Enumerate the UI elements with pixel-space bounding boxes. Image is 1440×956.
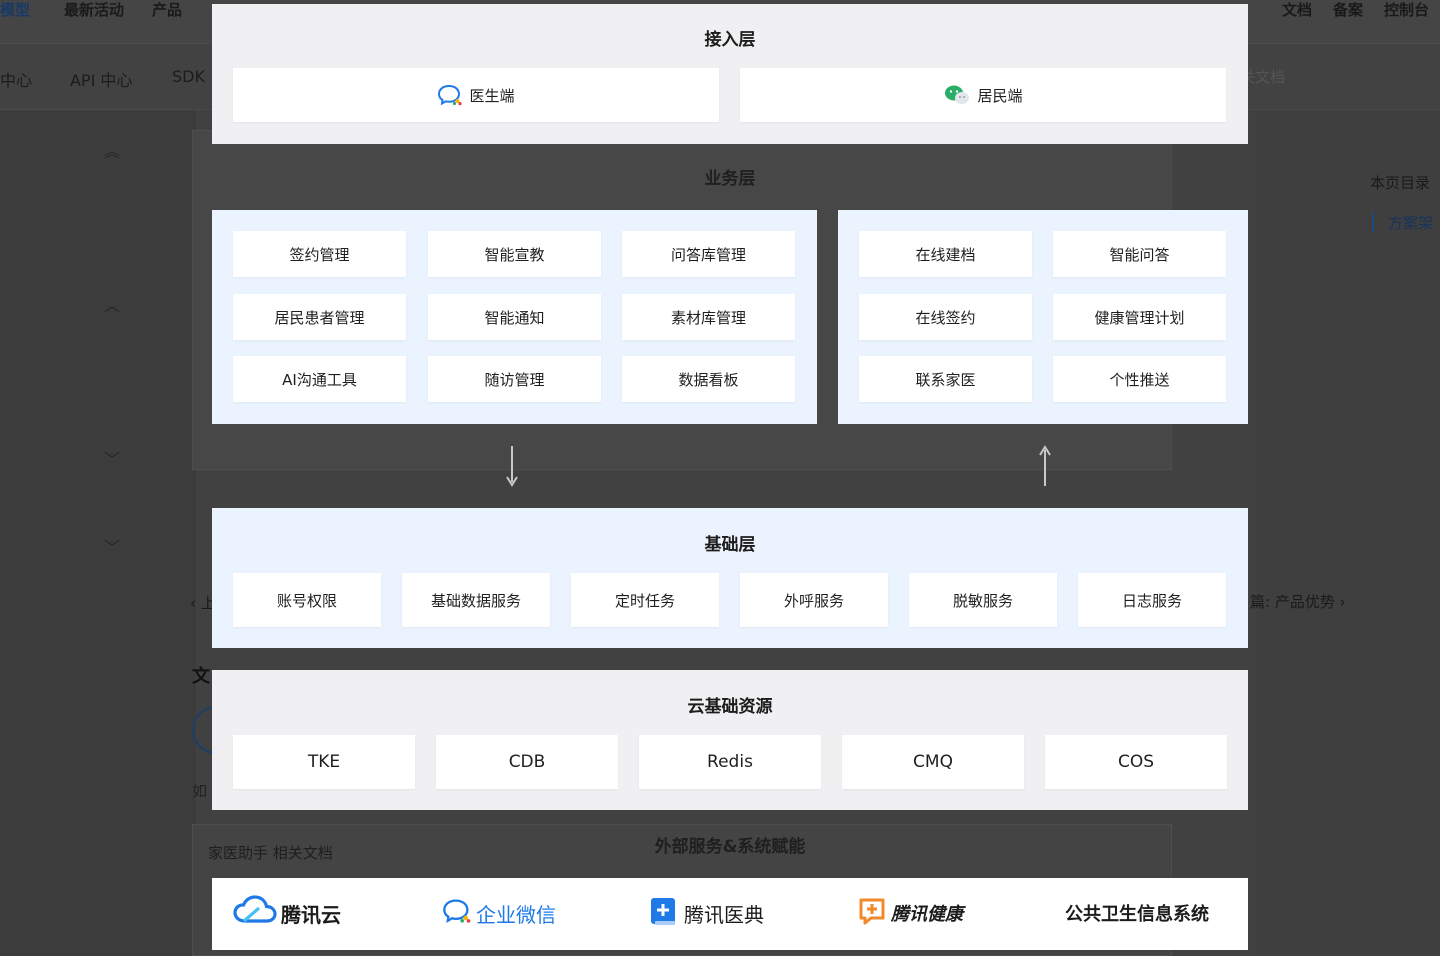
- nav-item-docs[interactable]: 文档: [1282, 0, 1312, 20]
- business-item: 在线签约: [859, 294, 1032, 340]
- base-layer: 基础层 账号权限 基础数据服务 定时任务 外呼服务 脱敏服务 日志服务: [212, 508, 1248, 648]
- arrow-down-icon: [506, 446, 518, 487]
- business-item: 随访管理: [428, 356, 601, 402]
- cloud-item: Redis: [639, 735, 821, 789]
- nav-item-activities[interactable]: 最新活动: [64, 0, 124, 20]
- collapse-up-icon[interactable]: ︽: [104, 138, 120, 162]
- wecom-logo: 企业微信: [442, 890, 556, 936]
- base-item: 账号权限: [233, 573, 381, 627]
- tencent-medipedia-label: 腾讯医典: [684, 902, 764, 927]
- business-item: AI沟通工具: [233, 356, 406, 402]
- business-item: 签约管理: [233, 231, 406, 277]
- tencent-cloud-label: 腾讯云: [281, 902, 341, 927]
- tencent-cloud-icon: [233, 895, 277, 931]
- business-item: 联系家医: [859, 356, 1032, 402]
- chevron-down-icon[interactable]: ﹀: [104, 446, 120, 470]
- doctor-client-box: 医生端: [233, 68, 719, 122]
- cloud-item: CMQ: [842, 735, 1024, 789]
- business-item: 健康管理计划: [1053, 294, 1226, 340]
- base-item: 脱敏服务: [909, 573, 1057, 627]
- cloud-layer-title: 云基础资源: [687, 697, 773, 717]
- next-page-link[interactable]: 篇: 产品优势 ›: [1250, 591, 1346, 612]
- business-item: 居民患者管理: [233, 294, 406, 340]
- external-services-title: 外部服务&系统赋能: [654, 837, 806, 857]
- doctor-business-group: 签约管理 智能宣教 问答库管理 居民患者管理 智能通知 素材库管理 AI沟通工具…: [212, 210, 817, 424]
- base-item: 外呼服务: [740, 573, 888, 627]
- cloud-item: COS: [1045, 735, 1227, 789]
- chevron-down-icon[interactable]: ﹀: [104, 534, 120, 558]
- medical-dictionary-icon: [648, 895, 680, 931]
- nav-item-model[interactable]: 模型: [0, 0, 30, 20]
- business-layer-title: 业务层: [704, 169, 756, 189]
- resident-client-label: 居民端: [977, 86, 1023, 105]
- nav-item-console[interactable]: 控制台: [1384, 0, 1429, 20]
- wechat-icon: [943, 84, 971, 106]
- feedback-question: 文: [192, 666, 210, 687]
- tencent-health-logo: 腾讯健康: [857, 890, 963, 936]
- nav-item-filing[interactable]: 备案: [1333, 0, 1363, 20]
- business-item: 在线建档: [859, 231, 1032, 277]
- business-item: 智能宣教: [428, 231, 601, 277]
- subnav-center[interactable]: 中心: [0, 67, 32, 91]
- nav-item-products[interactable]: 产品: [152, 0, 182, 20]
- resident-client-box: 居民端: [740, 68, 1226, 122]
- business-item: 问答库管理: [622, 231, 795, 277]
- public-health-system-label: 公共卫生信息系统: [1065, 904, 1209, 925]
- tencent-health-label: 腾讯健康: [891, 904, 963, 925]
- business-item: 智能通知: [428, 294, 601, 340]
- chevron-up-icon[interactable]: ︿: [104, 292, 120, 316]
- business-item: 素材库管理: [622, 294, 795, 340]
- cloud-item: TKE: [233, 735, 415, 789]
- base-item: 定时任务: [571, 573, 719, 627]
- base-item: 基础数据服务: [402, 573, 550, 627]
- toc-item[interactable]: 方案架: [1372, 212, 1433, 233]
- subnav-api-center[interactable]: API 中心: [70, 67, 132, 91]
- cloud-resource-layer: 云基础资源 TKE CDB Redis CMQ COS: [212, 670, 1248, 810]
- tencent-medipedia-logo: 腾讯医典: [648, 890, 764, 936]
- public-health-system-logo: 公共卫生信息系统: [1065, 890, 1209, 936]
- background-sidebar: [0, 110, 196, 956]
- doctor-client-label: 医生端: [469, 86, 515, 105]
- toc-title: 本页目录: [1370, 174, 1431, 192]
- resident-business-group: 在线建档 智能问答 在线签约 健康管理计划 联系家医 个性推送: [838, 210, 1248, 424]
- base-layer-title: 基础层: [704, 535, 756, 555]
- access-layer-title: 接入层: [704, 30, 756, 50]
- business-item: 数据看板: [622, 356, 795, 402]
- business-item: 智能问答: [1053, 231, 1226, 277]
- cloud-item: CDB: [436, 735, 618, 789]
- wecom-icon: [442, 898, 472, 928]
- tencent-health-icon: [857, 896, 887, 930]
- base-item: 日志服务: [1078, 573, 1226, 627]
- arrow-up-icon: [1039, 445, 1051, 486]
- tencent-cloud-logo: 腾讯云: [233, 890, 341, 936]
- subnav-sdk[interactable]: SDK: [172, 67, 205, 86]
- wecom-label: 企业微信: [476, 902, 556, 927]
- feedback-hint: 如: [192, 782, 208, 800]
- wecom-icon: [437, 84, 463, 106]
- business-item: 个性推送: [1053, 356, 1226, 402]
- access-layer: 接入层 医生端 居民端: [212, 4, 1248, 144]
